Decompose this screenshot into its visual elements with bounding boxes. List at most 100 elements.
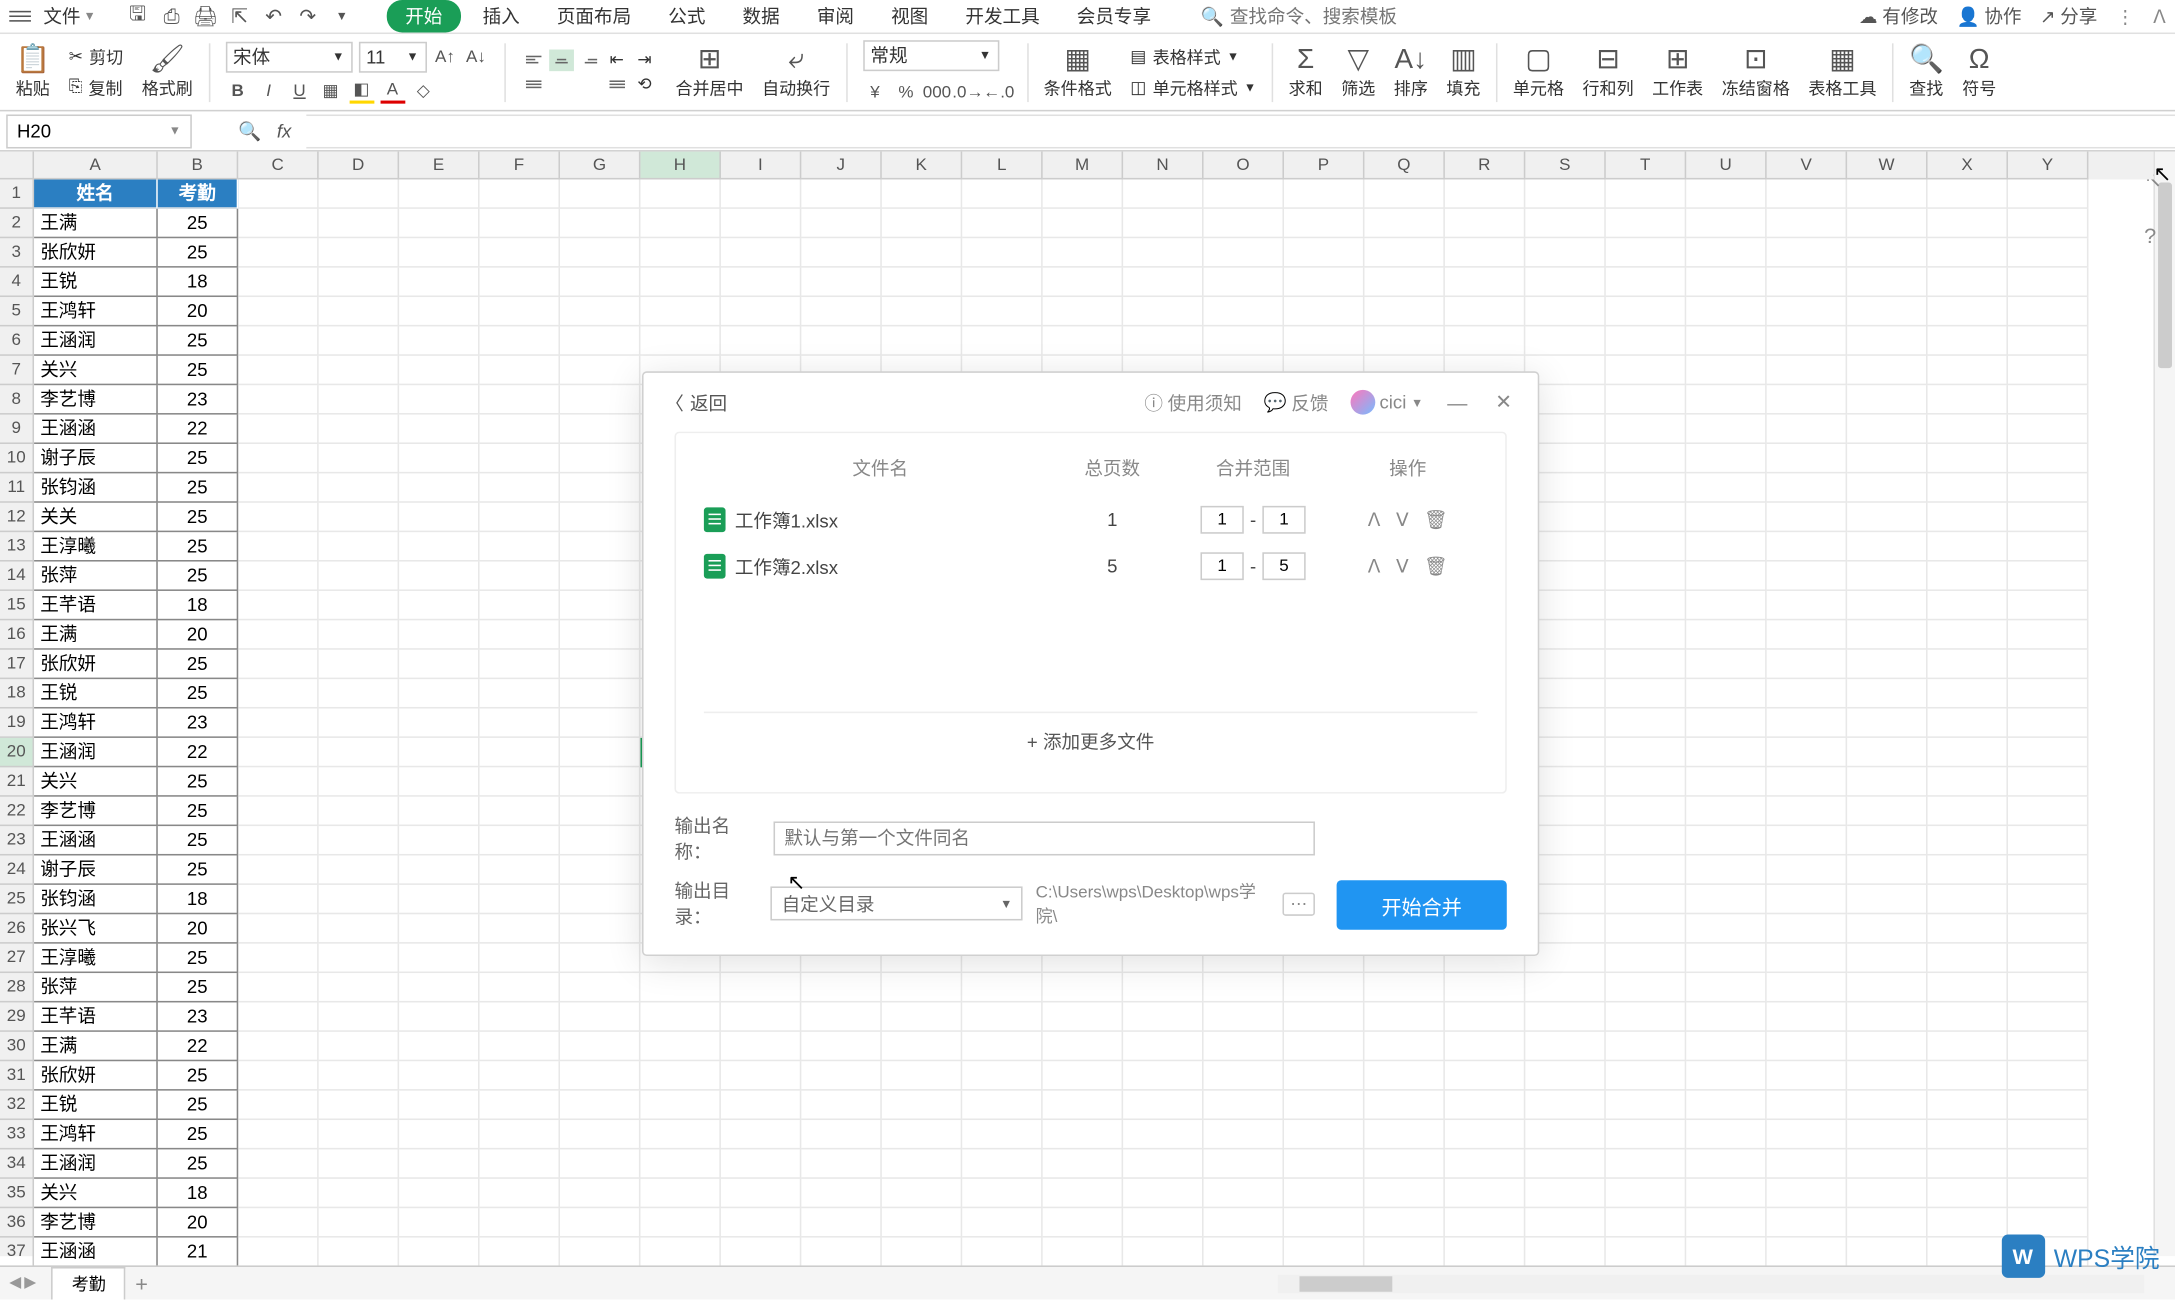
cell-E1[interactable] <box>399 179 479 208</box>
ribbon-tab-6[interactable]: 视图 <box>876 0 944 32</box>
cell-C17[interactable] <box>238 650 318 679</box>
cell-C30[interactable] <box>238 1032 318 1061</box>
cell-I30[interactable] <box>721 1032 801 1061</box>
cell-M29[interactable] <box>1043 1002 1123 1031</box>
cell-B32[interactable]: 25 <box>158 1091 238 1120</box>
cell-I3[interactable] <box>721 238 801 267</box>
cell-B30[interactable]: 22 <box>158 1032 238 1061</box>
cell-K33[interactable] <box>882 1120 962 1149</box>
cell-G21[interactable] <box>560 767 640 796</box>
row-header-28[interactable]: 28 <box>0 973 34 1002</box>
cell-O37[interactable] <box>1204 1238 1284 1267</box>
cell-C34[interactable] <box>238 1149 318 1178</box>
cell-E30[interactable] <box>399 1032 479 1061</box>
cell-Q3[interactable] <box>1364 238 1444 267</box>
cell-X33[interactable] <box>1928 1120 2008 1149</box>
cell-D29[interactable] <box>319 1002 399 1031</box>
cell-J34[interactable] <box>801 1149 881 1178</box>
row-header-7[interactable]: 7 <box>0 356 34 385</box>
cell-E2[interactable] <box>399 209 479 238</box>
ribbon-tab-1[interactable]: 插入 <box>467 0 535 32</box>
cell-T24[interactable] <box>1606 855 1686 884</box>
cell-N5[interactable] <box>1123 297 1203 326</box>
cell-G5[interactable] <box>560 297 640 326</box>
cell-X26[interactable] <box>1928 914 2008 943</box>
cell-P28[interactable] <box>1284 973 1364 1002</box>
col-header-T[interactable]: T <box>1606 152 1686 180</box>
cell-P32[interactable] <box>1284 1091 1364 1120</box>
cell-M5[interactable] <box>1043 297 1123 326</box>
cell-J33[interactable] <box>801 1120 881 1149</box>
cell-H36[interactable] <box>640 1208 720 1237</box>
export-icon[interactable]: ⇱ <box>229 5 251 27</box>
cell-R2[interactable] <box>1445 209 1525 238</box>
row-header-8[interactable]: 8 <box>0 385 34 414</box>
cell-P37[interactable] <box>1284 1238 1364 1267</box>
cell-R1[interactable] <box>1445 179 1525 208</box>
row-header-24[interactable]: 24 <box>0 855 34 884</box>
cell-Y12[interactable] <box>2008 503 2088 532</box>
cell-B12[interactable]: 25 <box>158 503 238 532</box>
cell-A5[interactable]: 王鸿轩 <box>34 297 158 326</box>
cell-E25[interactable] <box>399 885 479 914</box>
search-input[interactable] <box>1230 5 1447 27</box>
cell-G36[interactable] <box>560 1208 640 1237</box>
cell-Y10[interactable] <box>2008 444 2088 473</box>
cell-Q4[interactable] <box>1364 268 1444 297</box>
cell-E31[interactable] <box>399 1061 479 1090</box>
cell-S37[interactable] <box>1525 1238 1605 1267</box>
cell-Y1[interactable] <box>2008 179 2088 208</box>
cell-D16[interactable] <box>319 620 399 649</box>
cell-G26[interactable] <box>560 914 640 943</box>
cell-T8[interactable] <box>1606 385 1686 414</box>
row-header-11[interactable]: 11 <box>0 473 34 502</box>
cell-T9[interactable] <box>1606 415 1686 444</box>
cell-U22[interactable] <box>1686 797 1766 826</box>
cell-T14[interactable] <box>1606 562 1686 591</box>
cell-D14[interactable] <box>319 562 399 591</box>
cell-A23[interactable]: 王涵涵 <box>34 826 158 855</box>
cell-U8[interactable] <box>1686 385 1766 414</box>
cell-U1[interactable] <box>1686 179 1766 208</box>
cell-T28[interactable] <box>1606 973 1686 1002</box>
row-header-17[interactable]: 17 <box>0 650 34 679</box>
cell-U6[interactable] <box>1686 326 1766 355</box>
cell-Y33[interactable] <box>2008 1120 2088 1149</box>
cell-A18[interactable]: 王锐 <box>34 679 158 708</box>
cell-L37[interactable] <box>962 1238 1042 1267</box>
align-justify[interactable] <box>604 73 629 95</box>
cell-A16[interactable]: 王满 <box>34 620 158 649</box>
cell-M37[interactable] <box>1043 1238 1123 1267</box>
cell-D32[interactable] <box>319 1091 399 1120</box>
row-header-18[interactable]: 18 <box>0 679 34 708</box>
comma-button[interactable]: 000 <box>925 80 950 105</box>
cell-A7[interactable]: 关兴 <box>34 356 158 385</box>
cell-G1[interactable] <box>560 179 640 208</box>
underline-button[interactable]: U <box>287 78 312 103</box>
cell-D27[interactable] <box>319 944 399 973</box>
cell-G2[interactable] <box>560 209 640 238</box>
cell-J37[interactable] <box>801 1238 881 1267</box>
cell-V18[interactable] <box>1767 679 1847 708</box>
cell-K4[interactable] <box>882 268 962 297</box>
cell-X2[interactable] <box>1928 209 2008 238</box>
cell-T20[interactable] <box>1606 738 1686 767</box>
cell-C18[interactable] <box>238 679 318 708</box>
cell-T19[interactable] <box>1606 709 1686 738</box>
cell-A12[interactable]: 关关 <box>34 503 158 532</box>
cell-F23[interactable] <box>480 826 560 855</box>
cell-A35[interactable]: 关兴 <box>34 1179 158 1208</box>
cell-Y21[interactable] <box>2008 767 2088 796</box>
cell-C36[interactable] <box>238 1208 318 1237</box>
cell-C3[interactable] <box>238 238 318 267</box>
cell-Q32[interactable] <box>1364 1091 1444 1120</box>
cell-W11[interactable] <box>1847 473 1927 502</box>
cell-U30[interactable] <box>1686 1032 1766 1061</box>
cell-Y13[interactable] <box>2008 532 2088 561</box>
col-header-Q[interactable]: Q <box>1364 152 1444 180</box>
row-header-20[interactable]: 20 <box>0 738 34 767</box>
cell-R36[interactable] <box>1445 1208 1525 1237</box>
cell-U10[interactable] <box>1686 444 1766 473</box>
cell-V2[interactable] <box>1767 209 1847 238</box>
cell-W15[interactable] <box>1847 591 1927 620</box>
